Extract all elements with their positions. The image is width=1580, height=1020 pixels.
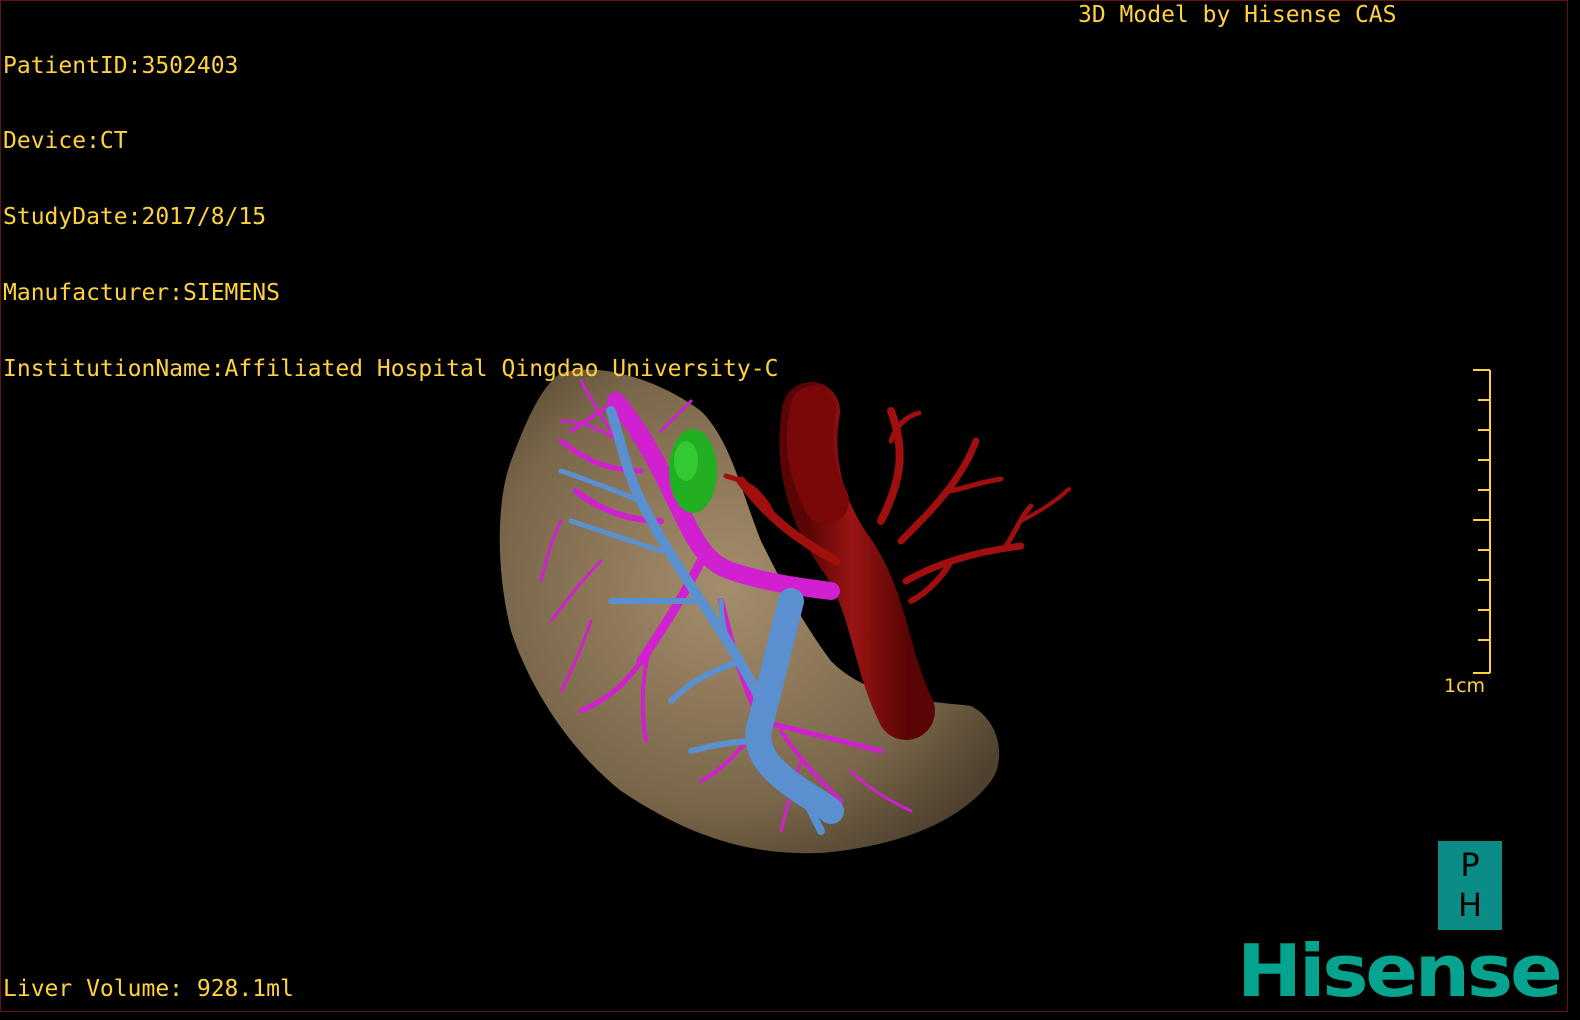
liver-surface xyxy=(499,369,1000,854)
scale-bar-label: 1cm xyxy=(1444,675,1486,697)
orientation-indicator: P H xyxy=(1438,841,1502,930)
lesion-highlight xyxy=(674,441,698,481)
hisense-logo: Hisense xyxy=(1237,929,1563,1012)
orientation-top-label: P xyxy=(1460,846,1480,884)
patient-id-label: PatientID:3502403 xyxy=(3,52,239,79)
orientation-bottom-label: H xyxy=(1457,886,1483,924)
device-label: Device:CT xyxy=(3,128,128,155)
institution-label: InstitutionName:Affiliated Hospital Qing… xyxy=(3,356,779,383)
study-date-label: StudyDate:2017/8/15 xyxy=(3,204,267,231)
scale-bar xyxy=(1473,369,1491,674)
manufacturer-label: Manufacturer:SIEMENS xyxy=(3,280,280,307)
render-viewport[interactable]: PatientID:3502403 Device:CT StudyDate:20… xyxy=(0,0,1568,1012)
model-credit-label: 3D Model by Hisense CAS xyxy=(1078,2,1397,28)
liver-volume-label: Liver Volume: 928.1ml xyxy=(3,976,294,1002)
dicom-info-block: PatientID:3502403 Device:CT StudyDate:20… xyxy=(3,3,778,433)
